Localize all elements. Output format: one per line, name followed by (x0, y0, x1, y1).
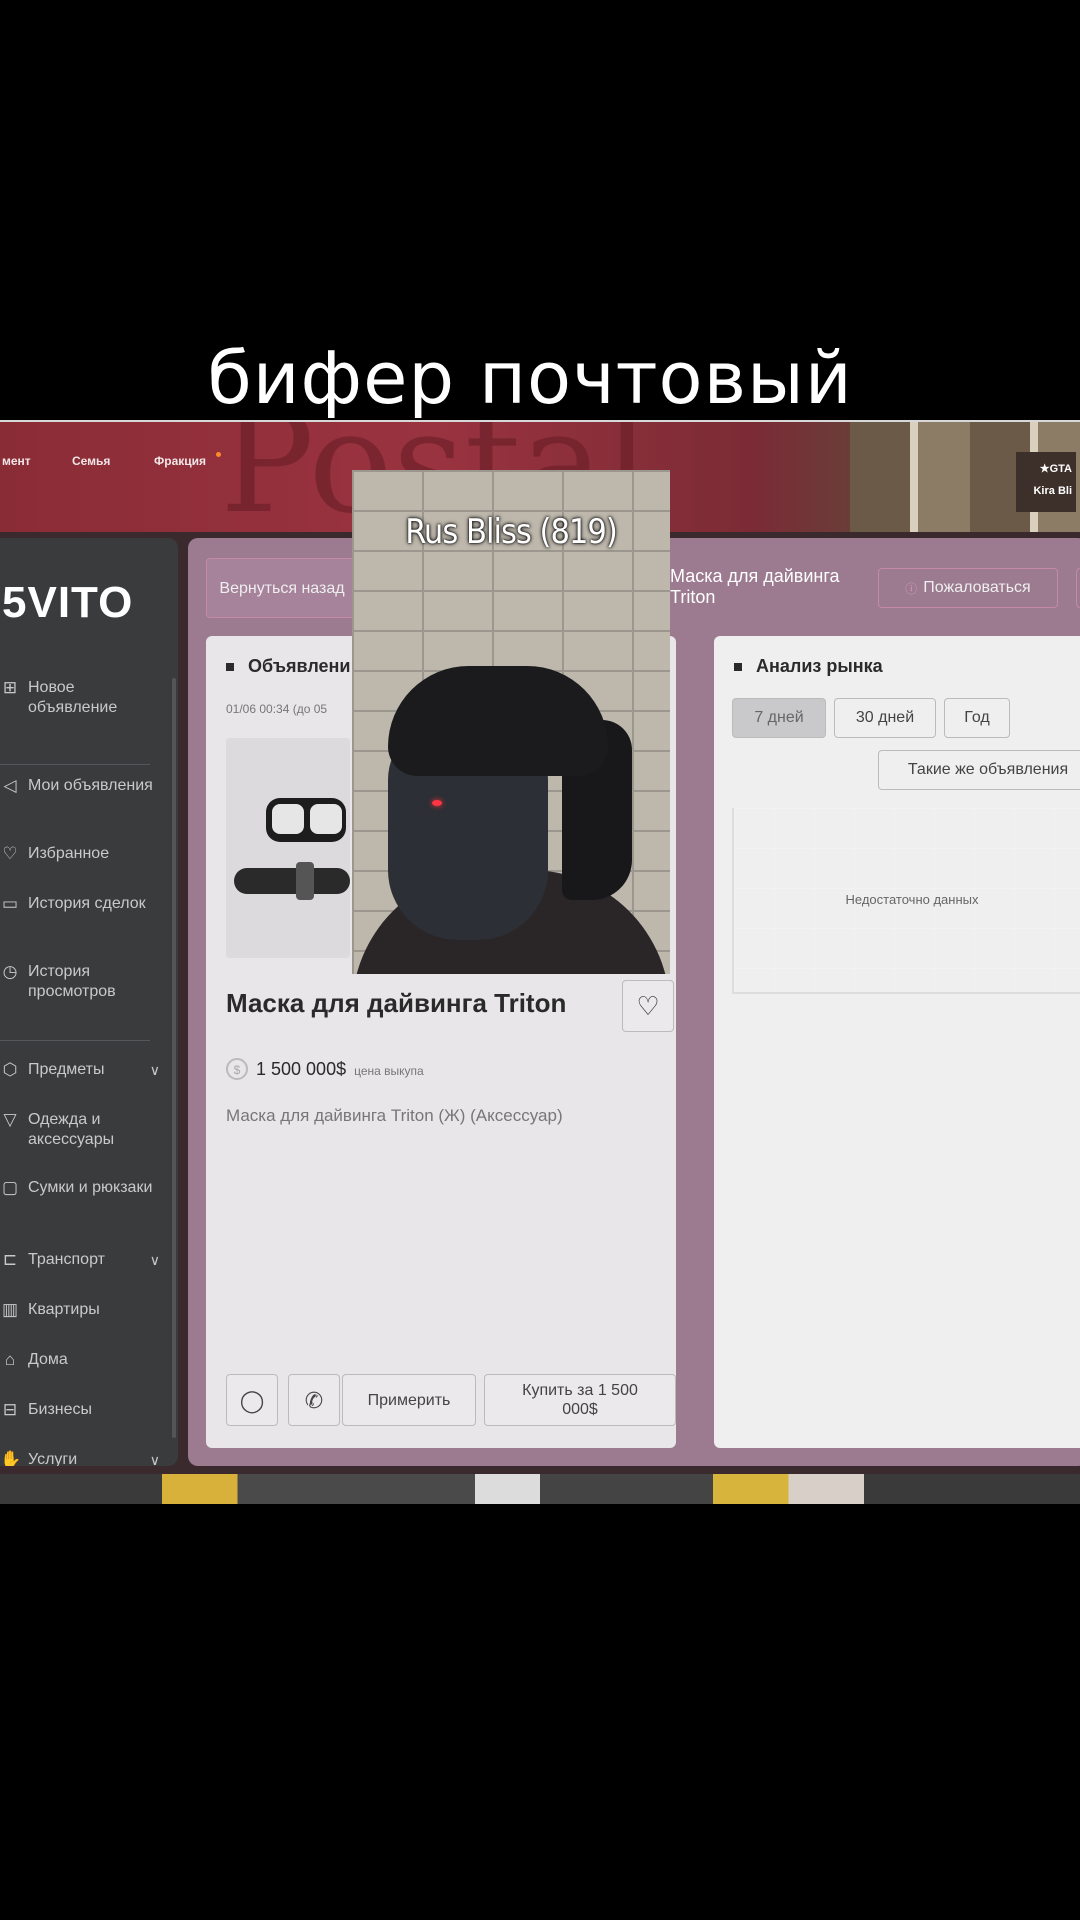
heart-icon: ♡ (2, 844, 18, 863)
sidebar-item-label: Предметы (28, 1061, 105, 1078)
player-tag: ★GTA Kira Bli (1016, 452, 1076, 512)
sidebar-item-label: Квартиры (28, 1301, 100, 1318)
sidebar-item-label: Избранное (28, 845, 110, 862)
diving-mask-image (234, 798, 350, 900)
sidebar-item-label: Сумки и рюкзаки (28, 1179, 153, 1196)
player-eye (432, 800, 442, 806)
sidebar-item-label: Бизнесы (28, 1401, 93, 1418)
player-nametag: Rus Bliss (819) (405, 512, 618, 552)
clock-icon: ◷ (2, 962, 18, 981)
briefcase-icon: ⊟ (2, 1400, 18, 1419)
heart-icon: ♡ (636, 990, 660, 1021)
divider (0, 764, 150, 765)
report-label: Пожаловаться (923, 579, 1031, 596)
price-value: 1 500 000$ (256, 1058, 347, 1079)
hud-item-ment[interactable]: мент (2, 454, 31, 468)
tab-7-days[interactable]: 7 дней (732, 698, 826, 738)
back-button[interactable]: Вернуться назад (206, 558, 358, 618)
report-button[interactable]: ⓘ Пожаловаться (878, 568, 1058, 608)
tab-year[interactable]: Год (944, 698, 1010, 738)
building-icon: ▥ (1, 1300, 19, 1319)
sidebar-item-label: История сделок (28, 895, 146, 912)
megaphone-icon: ◁ (3, 776, 17, 795)
sidebar-item-label: История просмотров (28, 963, 116, 1000)
sidebar: 5VITO ⊞ Новое объявление ◁ Мои объявлени… (0, 538, 178, 1466)
product-description: Маска для дайвинга Triton (Ж) (Аксессуар… (226, 1106, 563, 1125)
chevron-down-icon: ∨ (149, 1252, 160, 1268)
player-tag-name: Kira Bli (1033, 485, 1072, 497)
chevron-down-icon: ∨ (149, 1452, 160, 1466)
tab-30-days[interactable]: 30 дней (834, 698, 936, 738)
chevron-down-icon: ∨ (149, 1062, 160, 1078)
sidebar-item-label: Услуги (28, 1451, 78, 1466)
market-section-title: Анализ рынка (734, 656, 883, 677)
coin-icon: $ (226, 1058, 248, 1080)
chat-bubble-icon: ◯ (239, 1387, 265, 1413)
market-analysis-card: Анализ рынка 7 дней 30 дней Год Такие же… (714, 636, 1080, 1448)
sidebar-item-label: Мои объявления (28, 777, 153, 794)
document-icon: ▭ (1, 894, 19, 913)
price-chart: Недостаточно данных (732, 808, 1080, 994)
game-ground (0, 1474, 1080, 1504)
try-on-button[interactable]: Примерить (342, 1374, 476, 1426)
similar-listings-button[interactable]: Такие же объявления (878, 750, 1080, 790)
product-title: Маска для дайвинга Triton (226, 988, 567, 1018)
sidebar-item-label: Дома (28, 1351, 68, 1368)
hanger-icon: ▽ (3, 1110, 17, 1129)
plus-icon: ⊞ (2, 678, 18, 697)
app-logo: 5VITO (2, 578, 134, 627)
sidebar-scrollbar[interactable] (172, 678, 176, 1438)
favorite-button[interactable]: ♡ (622, 980, 674, 1032)
phone-icon: ✆ (304, 1387, 324, 1413)
notification-dot (216, 452, 221, 457)
box-icon: ⬡ (2, 1060, 18, 1079)
house-icon: ⌂ (4, 1350, 16, 1369)
price-row: $ 1 500 000$ цена выкупа (226, 1058, 424, 1080)
sidebar-item-label: Одежда и аксессуары (28, 1111, 115, 1148)
video-caption: бифер почтовый (207, 336, 853, 420)
extra-button[interactable] (1076, 568, 1080, 608)
product-image (226, 738, 350, 958)
bag-icon: ▢ (1, 1178, 19, 1197)
sidebar-item-label: Новое объявление (28, 679, 118, 716)
message-button[interactable]: ◯ (226, 1374, 278, 1426)
price-label: цена выкупа (354, 1064, 424, 1078)
no-data-label: Недостаточно данных (845, 892, 979, 907)
player-camera-overlay: Rus Bliss (819) (352, 470, 670, 974)
sidebar-item-label: Транспорт (28, 1251, 105, 1268)
listing-date: 01/06 00:34 (до 05 (226, 702, 328, 716)
hud-item-faction[interactable]: Фракция (154, 454, 206, 468)
buy-button[interactable]: Купить за 1 500 000$ (484, 1374, 676, 1426)
item-title-header: Маска для дайвинга Triton (670, 566, 840, 607)
call-button[interactable]: ✆ (288, 1374, 340, 1426)
handshake-icon: ✋ (0, 1450, 22, 1466)
listing-section-title: Объявлени (226, 656, 350, 677)
player-hair (388, 666, 608, 776)
hud-item-family[interactable]: Семья (72, 454, 110, 468)
report-icon: ⓘ (905, 581, 918, 596)
server-tag: ★GTA (1039, 463, 1072, 475)
divider (0, 1040, 150, 1041)
car-icon: ⊏ (2, 1250, 18, 1269)
